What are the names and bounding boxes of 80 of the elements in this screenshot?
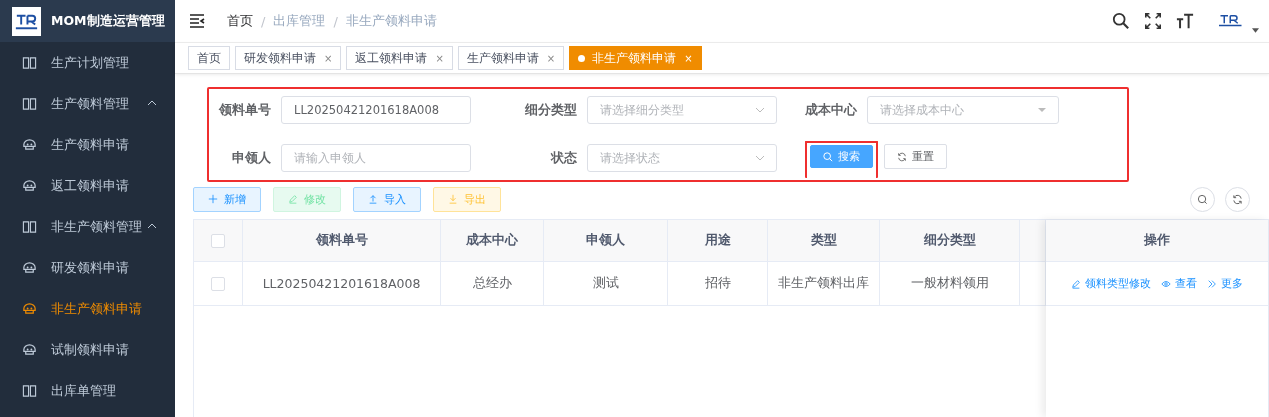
sidebar-item[interactable]: 生产领料申请 — [0, 124, 175, 165]
breadcrumb-separator: / — [333, 13, 338, 29]
view-link[interactable]: 查看 — [1161, 276, 1197, 291]
refresh-icon — [897, 151, 907, 162]
sidebar-item[interactable]: 生产计划管理 — [0, 42, 175, 83]
search-icon — [1197, 193, 1208, 205]
input-field[interactable]: 请输入申领人 — [281, 144, 471, 172]
page-tab[interactable]: 生产领料申请 × — [457, 46, 565, 70]
table-cell: 一般材料领用 — [910, 275, 989, 292]
book-icon — [22, 55, 37, 70]
column-header: 用途 — [704, 232, 731, 249]
row-checkbox[interactable] — [211, 276, 225, 291]
column-header: 类型 — [810, 232, 837, 249]
robot-icon — [22, 137, 37, 152]
refresh-icon — [1232, 193, 1243, 205]
edit-link[interactable]: 领料类型修改 — [1071, 276, 1151, 291]
edit-icon — [288, 194, 298, 204]
field-label: 申领人 — [231, 149, 271, 167]
column-header: 成本中心 — [466, 232, 518, 249]
table-cell: 招待 — [704, 275, 731, 292]
book-icon — [22, 383, 37, 398]
fullscreen-icon[interactable] — [1144, 12, 1162, 30]
table-cell: 测试 — [592, 275, 619, 292]
menu-icon[interactable] — [189, 14, 205, 28]
dot-icon — [578, 54, 586, 62]
reset-button[interactable]: 重置 — [884, 144, 947, 169]
sidebar-item[interactable]: 返工领料申请 — [0, 165, 175, 206]
select-all-checkbox[interactable] — [211, 233, 225, 248]
import-icon — [368, 194, 378, 204]
field-label: 成本中心 — [804, 101, 857, 119]
select-field[interactable]: 请选择细分类型 — [587, 96, 777, 124]
book-icon — [22, 219, 37, 234]
view-icon — [1161, 278, 1171, 289]
close-tab-icon[interactable]: × — [546, 52, 556, 64]
more-icon — [1207, 278, 1217, 289]
caret-down-icon[interactable] — [1252, 27, 1259, 33]
sidebar-item[interactable]: 非生产领料申请 — [0, 288, 175, 329]
search-icon[interactable] — [1112, 12, 1130, 30]
robot-icon — [22, 260, 37, 275]
app-title: MOM制造运营管理 — [51, 12, 165, 30]
table-cell: 非生产领料出库 — [778, 275, 869, 292]
logo-icon — [12, 6, 41, 36]
sidebar-item[interactable]: 非生产领料管理 — [0, 206, 175, 247]
edit-icon — [1071, 278, 1081, 289]
column-header: 领料单号 — [315, 232, 368, 249]
robot-icon — [22, 342, 37, 357]
breadcrumb-separator: / — [261, 13, 266, 29]
select-field[interactable]: 请选择成本中心 — [867, 96, 1059, 124]
page-tab[interactable]: 返工领料申请 × — [346, 46, 453, 70]
sidebar-item[interactable]: 出库单管理 — [0, 370, 175, 411]
column-header: 细分类型 — [923, 232, 976, 249]
table-cell: 总经办 — [472, 275, 512, 292]
page-tab[interactable]: 首页 — [188, 46, 230, 70]
robot-icon — [22, 301, 37, 316]
chevron-down-icon[interactable] — [755, 107, 765, 113]
refresh-button[interactable] — [1225, 186, 1250, 212]
search-toggle-button[interactable] — [1190, 186, 1215, 212]
close-tab-icon[interactable]: × — [324, 52, 333, 64]
search-icon — [823, 151, 833, 162]
page-tab[interactable]: 研发领料申请 × — [235, 46, 342, 70]
robot-icon — [22, 178, 37, 193]
add-icon — [208, 194, 218, 204]
book-icon — [22, 96, 37, 111]
more-link[interactable]: 更多 — [1207, 276, 1243, 291]
field-label: 领料单号 — [217, 101, 271, 119]
close-tab-icon[interactable]: × — [435, 52, 444, 64]
breadcrumb-link[interactable]: 首页 — [227, 12, 253, 30]
table-cell: LL20250421201618A008 — [262, 276, 421, 291]
sidebar-item[interactable]: 研发领料申请 — [0, 247, 175, 288]
font-size-icon[interactable] — [1176, 12, 1194, 30]
field-label: 细分类型 — [524, 101, 577, 119]
chevron-down-icon[interactable] — [755, 155, 765, 161]
column-header: 操作 — [1144, 232, 1170, 249]
sidebar-item[interactable]: 生产领料管理 — [0, 83, 175, 124]
export-icon — [448, 194, 458, 204]
column-header: 申领人 — [586, 232, 625, 249]
input-field[interactable]: LL20250421201618A008 — [281, 96, 471, 124]
field-label: 状态 — [549, 149, 577, 167]
select-field[interactable]: 请选择状态 — [587, 144, 777, 172]
sidebar-item[interactable]: 试制领料申请 — [0, 329, 175, 370]
